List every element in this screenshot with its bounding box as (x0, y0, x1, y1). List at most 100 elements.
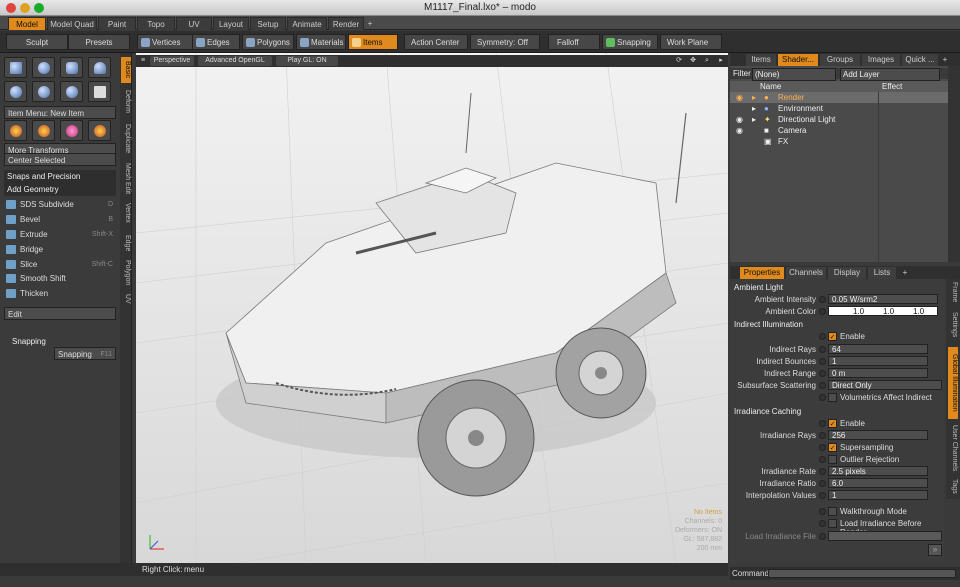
animate-dot[interactable] (819, 508, 826, 515)
minimize-window-button[interactable] (20, 3, 30, 13)
vtab-deform[interactable]: Deform (121, 85, 131, 117)
irradiance-enable-checkbox[interactable]: ✓ (828, 419, 837, 428)
shader-row-render[interactable]: ◉ ▸ ● Render (730, 92, 948, 103)
snaps-precision-header[interactable]: Snaps and Precision (4, 170, 116, 183)
tab-animate[interactable]: Animate (287, 17, 327, 30)
items-button[interactable]: Items (348, 34, 398, 50)
text-tool-button[interactable] (88, 81, 111, 102)
supersampling-checkbox[interactable]: ✓ (828, 443, 837, 452)
vtab-mesh-edit[interactable]: Mesh Edit (121, 161, 131, 197)
interpolation-values-field[interactable]: 1 (828, 490, 928, 500)
shader-row-fx[interactable]: ▣ FX (730, 136, 948, 147)
tab-lists[interactable]: Lists (868, 267, 896, 279)
falloff-dropdown[interactable]: Falloff (548, 34, 600, 50)
color-r[interactable]: 1.0 (853, 307, 864, 317)
play-gl-toggle[interactable]: Play GL: ON (276, 56, 338, 66)
vtab-uv[interactable]: UV (121, 291, 131, 307)
expand-arrow-icon[interactable]: ▸ (752, 92, 756, 103)
irradiance-ratio-field[interactable]: 6.0 (828, 478, 928, 488)
expand-more-button[interactable]: » (928, 544, 942, 556)
add-tab-button[interactable]: + (365, 17, 375, 30)
vtab-edge[interactable]: Edge (121, 231, 131, 255)
animate-dot[interactable] (819, 370, 826, 377)
ambient-color-field[interactable]: 1.0 1.0 1.0 (828, 306, 938, 316)
animate-dot[interactable] (819, 444, 826, 451)
cylinder-primitive-button[interactable] (60, 57, 83, 78)
section-ambient-light[interactable]: Ambient Light (734, 283, 783, 292)
tab-shader-tree[interactable]: Shader... (778, 54, 818, 66)
vtab-user-channels[interactable]: User Channels (948, 423, 958, 473)
animate-dot[interactable] (819, 308, 826, 315)
slice-tool[interactable]: Slice Shift-C (4, 258, 116, 271)
irradiance-rate-field[interactable]: 2.5 pixels (828, 466, 928, 476)
sds-subdivide-tool[interactable]: SDS Subdivide D (4, 198, 116, 211)
indirect-rays-field[interactable]: 64 (828, 344, 928, 354)
item-menu-dropdown[interactable]: Item Menu: New Item (4, 106, 116, 119)
extrude-tool[interactable]: Extrude Shift-X (4, 228, 116, 241)
tab-uv[interactable]: UV (176, 17, 212, 30)
zoom-window-button[interactable] (34, 3, 44, 13)
outlier-rejection-checkbox[interactable] (828, 455, 837, 464)
pen-tool-button[interactable] (60, 81, 83, 102)
vtab-global-illumination[interactable]: Global Illumination (948, 347, 958, 419)
tab-display[interactable]: Display (828, 267, 866, 279)
walkthrough-checkbox[interactable] (828, 507, 837, 516)
load-irradiance-file-field[interactable] (828, 531, 942, 541)
vtab-basic[interactable]: Basic (121, 57, 131, 83)
add-prop-tab-button[interactable]: + (900, 267, 910, 279)
smooth-shift-tool[interactable]: Smooth Shift (4, 272, 116, 285)
tab-layout[interactable]: Layout (213, 17, 249, 30)
torus-primitive-button[interactable] (4, 81, 27, 102)
shader-row-directional-light[interactable]: ◉ ▸ ✦ Directional Light (730, 114, 948, 125)
snapping-button[interactable]: Snapping (602, 34, 658, 50)
tab-groups[interactable]: Groups (820, 54, 860, 66)
capsule-primitive-button[interactable] (32, 81, 55, 102)
shading-dropdown[interactable]: Advanced OpenGL (198, 56, 272, 66)
vtab-vertex[interactable]: Vertex (121, 199, 131, 227)
center-selected-dropdown[interactable]: Center Selected (4, 153, 116, 166)
tab-render[interactable]: Render (328, 17, 364, 30)
sculpt-button[interactable]: Sculpt (6, 34, 68, 50)
animate-dot[interactable] (819, 382, 826, 389)
materials-button[interactable]: Materials (296, 34, 346, 50)
animate-dot[interactable] (819, 358, 826, 365)
presets-button[interactable]: Presets (68, 34, 130, 50)
tab-images[interactable]: Images (862, 54, 900, 66)
volumetrics-checkbox[interactable] (828, 393, 837, 402)
animate-dot[interactable] (819, 394, 826, 401)
cone-primitive-button[interactable] (88, 57, 111, 78)
move-tool-button[interactable] (4, 120, 27, 141)
color-g[interactable]: 1.0 (883, 307, 894, 317)
expand-arrow-icon[interactable]: ▸ (752, 114, 756, 125)
indirect-bounces-field[interactable]: 1 (828, 356, 928, 366)
view-type-dropdown[interactable]: Perspective (150, 56, 194, 66)
vtab-frame[interactable]: Frame (948, 281, 958, 303)
animate-dot[interactable] (819, 456, 826, 463)
add-layer-dropdown[interactable]: Add Layer (840, 68, 940, 81)
tab-setup[interactable]: Setup (250, 17, 286, 30)
section-indirect-illumination[interactable]: Indirect Illumination (734, 320, 803, 329)
shader-row-camera[interactable]: ◉ ■ Camera (730, 125, 948, 136)
subsurface-dropdown[interactable]: Direct Only (828, 380, 942, 390)
tab-topo[interactable]: Topo (137, 17, 175, 30)
work-plane-dropdown[interactable]: Work Plane (660, 34, 722, 50)
edges-button[interactable]: Edges (192, 34, 240, 50)
expand-arrow-icon[interactable]: ▸ (752, 103, 756, 114)
viewport-menu-icon[interactable]: ≡ (140, 56, 146, 66)
sphere-primitive-button[interactable] (32, 57, 55, 78)
filter-dropdown[interactable]: (None) (752, 68, 836, 81)
maximize-icon[interactable]: ▸ (716, 56, 726, 66)
add-panel-tab-button[interactable]: + (940, 54, 950, 66)
symmetry-dropdown[interactable]: Symmetry: Off (470, 34, 540, 50)
load-before-render-checkbox[interactable] (828, 519, 837, 528)
animate-dot[interactable] (819, 420, 826, 427)
vtab-settings[interactable]: Settings (948, 307, 958, 343)
ambient-intensity-field[interactable]: 0.05 W/srm2 (828, 294, 938, 304)
tab-items[interactable]: Items (746, 54, 776, 66)
3d-viewport[interactable]: No Items Channels: 0 Deformers: ON GL: 5… (136, 53, 728, 563)
animate-dot[interactable] (819, 492, 826, 499)
irradiance-rays-field[interactable]: 256 (828, 430, 928, 440)
column-effect[interactable]: Effect (882, 81, 902, 92)
visibility-eye-icon[interactable]: ◉ (736, 92, 743, 103)
edit-dropdown[interactable]: Edit (4, 307, 116, 320)
